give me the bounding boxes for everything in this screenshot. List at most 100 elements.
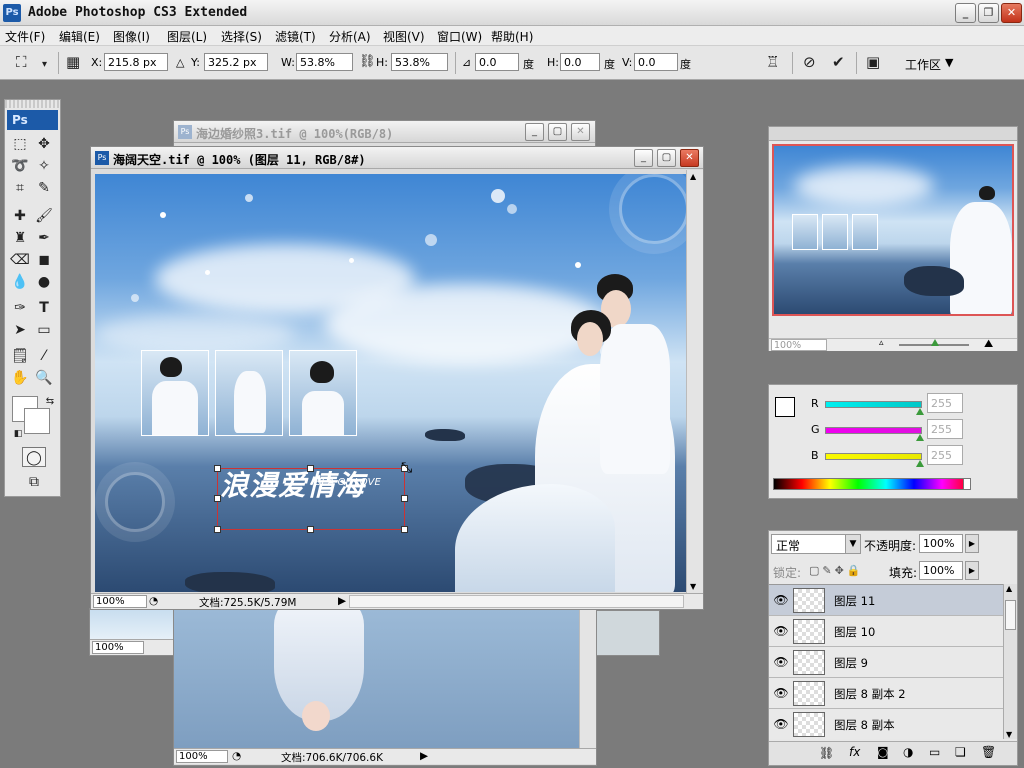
- r-channel-slider[interactable]: [825, 401, 922, 408]
- opacity-field[interactable]: 100%: [919, 534, 963, 553]
- brush-tool-icon[interactable]: 🖌: [33, 206, 55, 226]
- g-channel-slider[interactable]: [825, 427, 922, 434]
- rotate-angle-field[interactable]: 0.0: [475, 53, 519, 71]
- b-channel-thumb[interactable]: [916, 460, 924, 467]
- height-field[interactable]: 53.8%: [391, 53, 448, 71]
- close-button[interactable]: ✕: [1001, 3, 1022, 23]
- transform-handle[interactable]: [401, 495, 408, 502]
- menu-view[interactable]: 视图(V): [383, 28, 425, 45]
- eyedropper-tool-icon[interactable]: ⁄: [33, 346, 55, 366]
- layer-row-9[interactable]: 👁 图层 9: [769, 647, 1003, 678]
- visibility-eye-icon[interactable]: 👁: [773, 717, 789, 731]
- opacity-slider-arrow-icon[interactable]: ▶: [965, 534, 979, 553]
- g-channel-thumb[interactable]: [916, 434, 924, 441]
- zoom-field[interactable]: 100%: [92, 641, 144, 654]
- type-tool-icon[interactable]: T: [33, 298, 55, 318]
- dodge-tool-icon[interactable]: ●: [33, 272, 55, 292]
- zoom-in-icon[interactable]: ⛰: [984, 337, 993, 351]
- b-channel-slider[interactable]: [825, 453, 922, 460]
- transform-handle[interactable]: [214, 465, 221, 472]
- navigator-tab-strip[interactable]: [769, 127, 1017, 141]
- doc-close-button[interactable]: ✕: [571, 123, 590, 141]
- doc-maximize-button[interactable]: ▢: [548, 123, 567, 141]
- spectrum-white-swatch[interactable]: [963, 478, 971, 490]
- scroll-thumb[interactable]: [1005, 600, 1016, 630]
- layer-row-10[interactable]: 👁 图层 10: [769, 616, 1003, 647]
- menu-filter[interactable]: 滤镜(T): [275, 28, 316, 45]
- toolbox-grip[interactable]: [5, 100, 60, 108]
- hand-tool-icon[interactable]: ✋: [9, 368, 31, 388]
- move-tool-icon[interactable]: ✥: [33, 134, 55, 154]
- document-window-back-2[interactable]: 100% ◔ 文档:706.6K/706.6K ▶: [173, 600, 597, 766]
- visibility-eye-icon[interactable]: 👁: [773, 593, 789, 607]
- commit-transform-icon[interactable]: ✔: [832, 54, 845, 70]
- lasso-tool-icon[interactable]: ➰: [9, 156, 31, 176]
- marquee-tool-icon[interactable]: ⬚: [9, 134, 31, 154]
- workspace-menu[interactable]: 工作区: [905, 56, 941, 73]
- transform-handle[interactable]: [307, 465, 314, 472]
- doc-close-button[interactable]: ✕: [680, 149, 699, 167]
- zoom-field[interactable]: 100%: [93, 595, 147, 608]
- vertical-skew-field[interactable]: 0.0: [634, 53, 678, 71]
- document-scrollbar[interactable]: [579, 601, 596, 748]
- doc-minimize-button[interactable]: _: [525, 123, 544, 141]
- g-channel-value[interactable]: 255: [927, 419, 963, 439]
- magic-wand-tool-icon[interactable]: ✧: [33, 156, 55, 176]
- reference-point-icon[interactable]: ▦: [66, 54, 80, 70]
- rectangle-tool-icon[interactable]: ▭: [33, 320, 55, 340]
- menu-analysis[interactable]: 分析(A): [329, 28, 371, 45]
- menu-layer[interactable]: 图层(L): [167, 28, 207, 45]
- layer-style-icon[interactable]: fx: [849, 745, 860, 759]
- status-menu-icon[interactable]: ◔: [149, 595, 158, 607]
- healing-brush-tool-icon[interactable]: ✚: [9, 206, 31, 226]
- navigator-zoom-thumb[interactable]: [931, 339, 939, 346]
- scroll-down-icon[interactable]: ▼: [690, 582, 696, 591]
- default-colors-icon[interactable]: ◧: [7, 424, 29, 444]
- zoom-tool-icon[interactable]: 🔍: [33, 368, 55, 388]
- status-menu-icon[interactable]: ◔: [232, 750, 241, 762]
- blur-tool-icon[interactable]: 💧: [9, 272, 31, 292]
- transform-tool-icon[interactable]: ⛶: [16, 54, 27, 70]
- transform-handle[interactable]: [307, 526, 314, 533]
- pen-tool-icon[interactable]: ✑: [9, 298, 31, 318]
- layer-row-11[interactable]: 👁 图层 11: [769, 585, 1003, 616]
- delete-layer-icon[interactable]: 🗑: [981, 745, 996, 759]
- y-position-field[interactable]: 325.2 px: [204, 53, 268, 71]
- fill-field[interactable]: 100%: [919, 561, 963, 580]
- scroll-up-icon[interactable]: ▲: [690, 172, 696, 181]
- layers-scrollbar[interactable]: ▲ ▼: [1003, 584, 1017, 739]
- path-selection-tool-icon[interactable]: ➤: [9, 320, 31, 340]
- status-arrow-icon[interactable]: ▶: [420, 750, 428, 762]
- visibility-eye-icon[interactable]: 👁: [773, 624, 789, 638]
- color-spectrum-bar[interactable]: [773, 478, 971, 490]
- width-field[interactable]: 53.8%: [296, 53, 353, 71]
- eraser-tool-icon[interactable]: ⌫: [9, 250, 31, 270]
- visibility-eye-icon[interactable]: 👁: [773, 655, 789, 669]
- workspace-dropdown-icon[interactable]: ▼: [945, 56, 953, 69]
- warp-mode-icon[interactable]: ♖: [766, 54, 779, 70]
- foreground-color-box[interactable]: [775, 397, 795, 417]
- x-position-field[interactable]: 215.8 px: [104, 53, 168, 71]
- doc-minimize-button[interactable]: _: [634, 149, 653, 167]
- r-channel-value[interactable]: 255: [927, 393, 963, 413]
- scroll-down-icon[interactable]: ▼: [1006, 730, 1012, 739]
- document-horizontal-scrollbar[interactable]: [349, 595, 684, 608]
- zoom-out-icon[interactable]: ▵: [879, 338, 884, 348]
- menu-edit[interactable]: 编辑(E): [59, 28, 100, 45]
- document-window-front[interactable]: Ps 海阔天空.tif @ 100% (图层 11, RGB/8#) _ ▢ ✕: [90, 146, 704, 610]
- doc-maximize-button[interactable]: ▢: [657, 149, 676, 167]
- document-canvas[interactable]: 浪漫爱情海 SEA OF LOVE ⤡: [95, 174, 686, 592]
- lock-options-icons[interactable]: ▢✎✥🔒: [809, 564, 864, 577]
- maximize-button[interactable]: ❐: [978, 3, 999, 23]
- new-group-icon[interactable]: ▭: [929, 745, 940, 759]
- transform-handle[interactable]: [214, 495, 221, 502]
- link-icon[interactable]: ⛓: [359, 54, 376, 70]
- menu-file[interactable]: 文件(F): [5, 28, 45, 45]
- document-titlebar[interactable]: Ps 海阔天空.tif @ 100% (图层 11, RGB/8#) _ ▢ ✕: [91, 147, 703, 169]
- screen-mode-icon[interactable]: ⧉: [22, 472, 46, 492]
- document-titlebar[interactable]: Ps 海边婚纱照3.tif @ 100%(RGB/8) _ ▢ ✕: [174, 121, 595, 143]
- menu-select[interactable]: 选择(S): [221, 28, 262, 45]
- transform-handle[interactable]: [401, 526, 408, 533]
- link-layers-icon[interactable]: ⛓: [819, 746, 834, 760]
- navigator-zoom-field[interactable]: 100%: [771, 339, 827, 351]
